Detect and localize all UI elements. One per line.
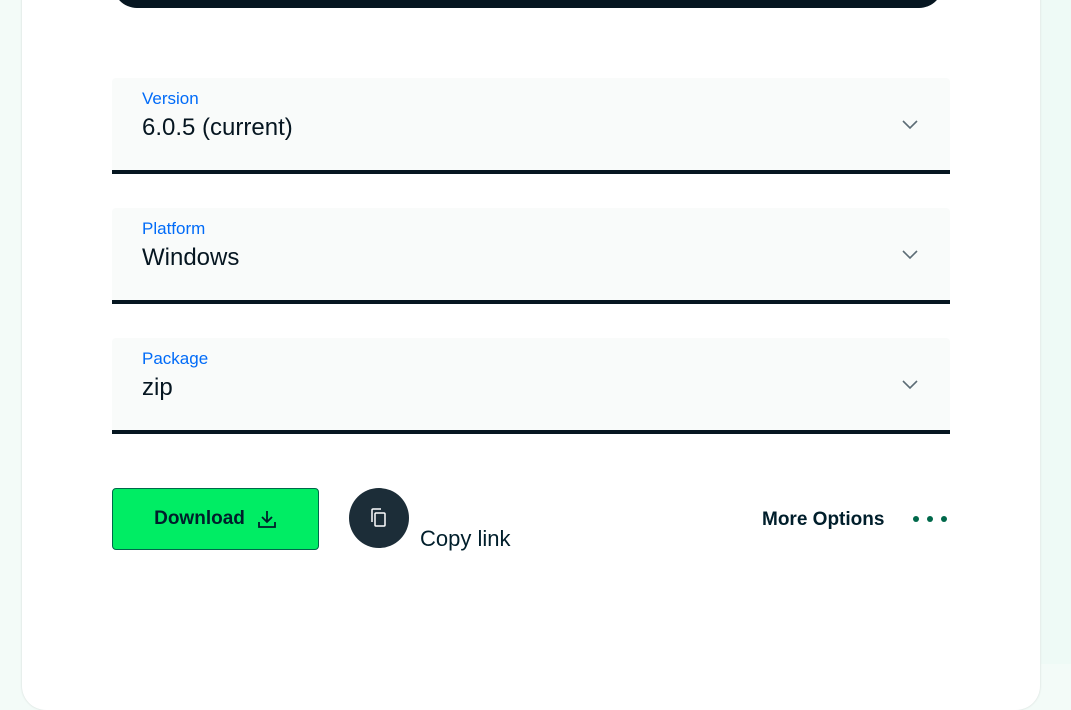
copy-icon [371, 508, 386, 527]
package-select-value: zip [142, 374, 173, 401]
platform-select[interactable]: Platform Windows [112, 208, 950, 304]
download-button[interactable]: Download [112, 488, 319, 550]
page-background-strip [1041, 0, 1071, 664]
platform-select-value: Windows [142, 244, 240, 271]
ellipsis-icon[interactable] [912, 514, 948, 524]
copy-link-label[interactable]: Copy link [420, 526, 510, 552]
chevron-down-icon [902, 380, 918, 390]
version-select-value: 6.0.5 (current) [142, 114, 293, 141]
platform-select-label: Platform [142, 219, 206, 238]
package-select-label: Package [142, 349, 209, 368]
download-button-label: Download [154, 508, 245, 529]
chevron-down-icon [902, 120, 918, 130]
download-icon [257, 511, 276, 528]
package-select[interactable]: Package zip [112, 338, 950, 434]
more-options-link[interactable]: More Options [762, 509, 884, 531]
top-dark-bar [113, 0, 943, 8]
copy-link-button[interactable] [349, 488, 409, 548]
chevron-down-icon [902, 250, 918, 260]
version-select[interactable]: Version 6.0.5 (current) [112, 78, 950, 174]
version-select-label: Version [142, 89, 199, 108]
